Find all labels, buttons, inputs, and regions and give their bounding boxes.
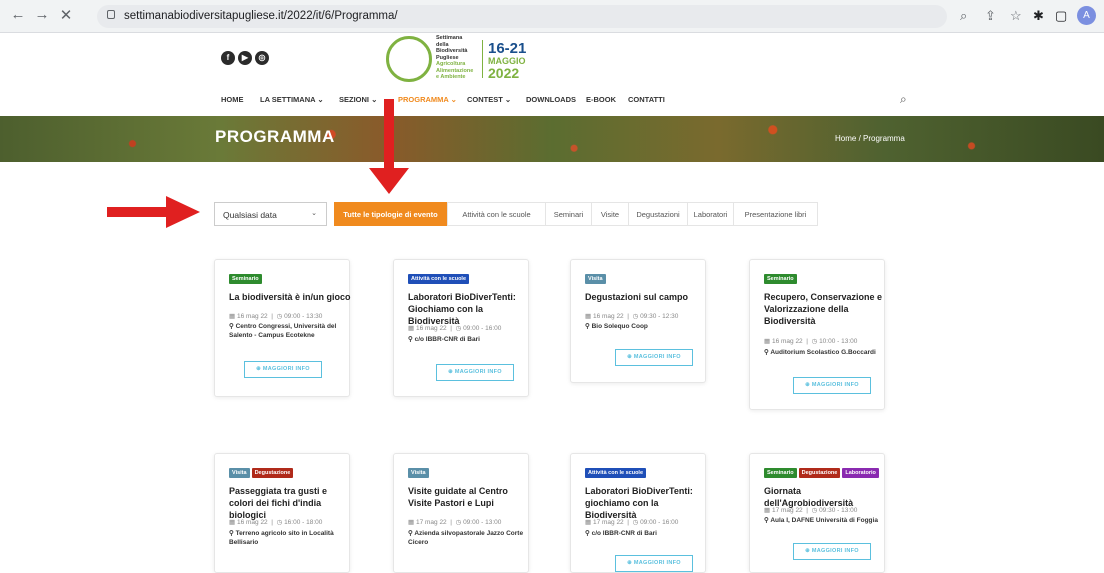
event-datetime: ▦ 16 mag 22 | ◷ 10:00 - 13:00: [764, 338, 858, 345]
event-place: ⚲ c/o IBBR-CNR di Bari: [408, 336, 480, 343]
profile-avatar[interactable]: A: [1077, 6, 1096, 25]
search-icon[interactable]: ⌕: [900, 92, 907, 107]
event-place: ⚲ Aula I, DAFNE Università di Foggia: [764, 517, 878, 524]
more-info-button[interactable]: ⊕ MAGGIORI INFO: [244, 361, 322, 378]
tag-badge: Laboratorio: [842, 468, 879, 478]
tag-badge: Visita: [229, 468, 250, 478]
forward-icon[interactable]: →: [32, 6, 52, 23]
extensions-icon[interactable]: ✱: [1033, 8, 1044, 24]
menu-contatti[interactable]: CONTATTI: [628, 95, 665, 104]
zoom-icon[interactable]: ⌕: [960, 8, 967, 24]
tab-all-types[interactable]: Tutte le tipologie di evento: [334, 202, 447, 226]
more-info-button[interactable]: ⊕ MAGGIORI INFO: [793, 377, 871, 394]
page-banner: [0, 116, 1104, 162]
event-place: ⚲ Terreno agricolo sito in Località Bell…: [229, 530, 334, 546]
tag-badge: Visita: [585, 274, 606, 284]
annotation-arrow-right: [107, 207, 169, 217]
leaf-logo-icon: [386, 36, 432, 82]
banner-poppies: [0, 116, 1104, 162]
menu-home[interactable]: HOME: [221, 95, 244, 104]
tag-badge: Degustazione: [798, 468, 841, 478]
event-place: ⚲ c/o IBBR-CNR di Bari: [585, 530, 657, 537]
menu-downloads[interactable]: DOWNLOADS: [526, 95, 576, 104]
logo-dates: 16-21: [488, 40, 527, 57]
event-card[interactable]: Visita Visite guidate al Centro Visite P…: [393, 453, 529, 573]
tab-visite[interactable]: Visite: [592, 202, 629, 226]
tab-laboratori[interactable]: Laboratori: [688, 202, 734, 226]
event-card[interactable]: Visita Degustazione Passeggiata tra gusti…: [214, 453, 350, 573]
event-place: ⚲ Centro Congressi, Università del Salen…: [229, 323, 337, 339]
annotation-arrow-down: [384, 99, 394, 171]
event-card[interactable]: Seminario Recupero, Conservazione e Valo…: [749, 259, 885, 410]
annotation-arrow-down-head: [369, 168, 409, 194]
tag-badge: Seminario: [229, 274, 262, 284]
date-select[interactable]: Qualsiasi data ⌄: [214, 202, 327, 226]
address-bar[interactable]: settimanabiodiversitapugliese.it/2022/it…: [97, 5, 947, 28]
event-card[interactable]: Attività con le scuole Laboratori BioDiv…: [570, 453, 706, 573]
menu-programma[interactable]: PROGRAMMA ⌄: [398, 95, 457, 104]
chevron-down-icon: ⌄: [311, 210, 317, 217]
event-title[interactable]: Recupero, Conservazione e Valorizzazione…: [764, 291, 888, 327]
annotation-arrow-right-head: [166, 196, 200, 228]
sidebar-icon[interactable]: ▢: [1055, 8, 1067, 24]
instagram-icon[interactable]: ◎: [255, 51, 269, 65]
event-datetime: ▦ 17 mag 22 | ◷ 09:00 - 13:00: [408, 519, 502, 526]
page-title: PROGRAMMA: [215, 127, 335, 146]
bookmark-star-icon[interactable]: ☆: [1010, 8, 1022, 24]
event-card[interactable]: Seminario La biodiversità è in/un gioco …: [214, 259, 353, 397]
event-title[interactable]: La biodiversità è in/un gioco: [229, 291, 353, 303]
event-card[interactable]: Seminario Degustazione Laboratorio Giornat…: [749, 453, 885, 573]
more-info-button[interactable]: ⊕ MAGGIORI INFO: [615, 555, 693, 572]
menu-ebook[interactable]: E-BOOK: [586, 95, 616, 104]
menu-sezioni[interactable]: SEZIONI ⌄: [339, 95, 377, 104]
event-datetime: ▦ 17 mag 22 | ◷ 09:30 - 13:00: [764, 507, 858, 514]
tag-badge: Attività con le scuole: [408, 274, 470, 284]
tag-badge: Attività con le scuole: [585, 468, 647, 478]
more-info-button[interactable]: ⊕ MAGGIORI INFO: [615, 349, 693, 366]
event-datetime: ▦ 16 mag 22 | ◷ 09:00 - 16:00: [408, 325, 502, 332]
youtube-icon[interactable]: ▶: [238, 51, 252, 65]
event-place: ⚲ Auditorium Scolastico G.Boccardi: [764, 349, 876, 356]
logo-words: Settimana della Biodiversità Pugliese Agric…: [436, 35, 474, 80]
lock-icon: [107, 10, 115, 19]
event-card[interactable]: Visita Degustazioni sul campo ▦ 16 mag 2…: [570, 259, 706, 383]
event-card[interactable]: Attività con le scuole Laboratori BioDiv…: [393, 259, 529, 397]
logo-year: 2022: [488, 65, 520, 81]
tab-degustazioni[interactable]: Degustazioni: [629, 202, 688, 226]
back-icon[interactable]: ←: [8, 6, 28, 23]
menu-la-settimana[interactable]: LA SETTIMANA ⌄: [260, 95, 324, 104]
facebook-icon[interactable]: f: [221, 51, 235, 65]
browser-toolbar: ← → ✕ settimanabiodiversitapugliese.it/2…: [0, 0, 1104, 33]
more-info-button[interactable]: ⊕ MAGGIORI INFO: [436, 364, 514, 381]
tab-scuole[interactable]: Attività con le scuole: [447, 202, 546, 226]
tab-presentazione-libri[interactable]: Presentazione libri: [734, 202, 818, 226]
breadcrumb[interactable]: Home / Programma: [835, 134, 905, 143]
share-icon[interactable]: ⇪: [985, 8, 996, 24]
event-title[interactable]: Laboratori BioDiverTenti: Giochiamo con …: [408, 291, 532, 327]
tag-badge: Degustazione: [251, 468, 294, 478]
event-place: ⚲ Bio Solequo Coop: [585, 323, 648, 330]
tab-seminari[interactable]: Seminari: [546, 202, 592, 226]
more-info-button[interactable]: ⊕ MAGGIORI INFO: [793, 543, 871, 560]
event-datetime: ▦ 16 mag 22 | ◷ 16:00 - 18:00: [229, 519, 323, 526]
site-logo[interactable]: Settimana della Biodiversità Pugliese Agric…: [384, 34, 534, 84]
menu-contest[interactable]: CONTEST ⌄: [467, 95, 511, 104]
event-title[interactable]: Degustazioni sul campo: [585, 291, 709, 303]
date-select-value: Qualsiasi data: [223, 210, 277, 220]
close-icon[interactable]: ✕: [56, 6, 76, 24]
event-datetime: ▦ 16 mag 22 | ◷ 09:00 - 13:30: [229, 313, 323, 320]
event-title[interactable]: Laboratori BioDiverTenti: giochiamo con …: [585, 485, 709, 521]
event-title[interactable]: Visite guidate al Centro Visite Pastori …: [408, 485, 532, 509]
tag-badge: Seminario: [764, 468, 797, 478]
event-datetime: ▦ 17 mag 22 | ◷ 09:00 - 16:00: [585, 519, 679, 526]
event-datetime: ▦ 16 mag 22 | ◷ 09:30 - 12:30: [585, 313, 679, 320]
logo-divider: [482, 40, 483, 78]
event-title[interactable]: Passeggiata tra gusti e colori dei fichi…: [229, 485, 353, 521]
event-place: ⚲ Azienda silvopastorale Jazzo Corte Cic…: [408, 530, 524, 546]
tag-badge: Visita: [408, 468, 429, 478]
url-text: settimanabiodiversitapugliese.it/2022/it…: [124, 10, 398, 22]
tag-badge: Seminario: [764, 274, 797, 284]
